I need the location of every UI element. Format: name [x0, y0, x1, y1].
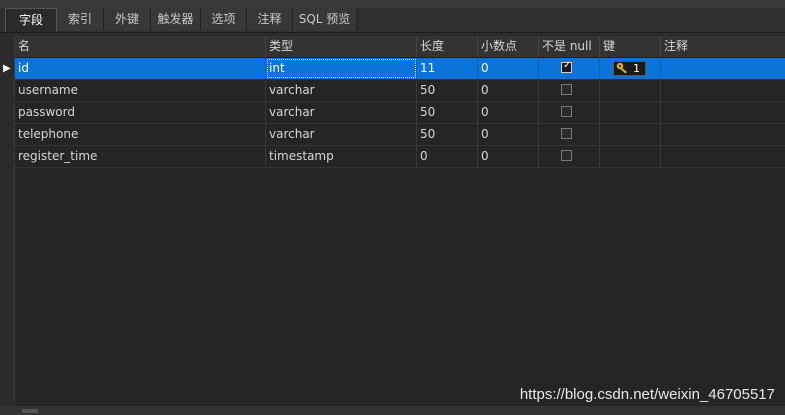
field-not-null-cell	[539, 80, 600, 101]
field-not-null-cell: ✓	[539, 58, 600, 79]
not-null-checkbox[interactable]	[561, 150, 572, 161]
key-icon	[616, 62, 630, 78]
primary-key-badge: 1	[613, 61, 646, 76]
fields-grid: 名 类型 长度 小数点 不是 null 键 注释 ▶ id int 11 0 ✓	[0, 36, 785, 406]
field-key-cell[interactable]	[600, 124, 661, 145]
column-header-not-null[interactable]: 不是 null	[539, 36, 600, 57]
field-type-cell[interactable]: int	[266, 58, 417, 79]
field-comment-cell[interactable]	[661, 58, 785, 79]
not-null-checkbox[interactable]	[561, 128, 572, 139]
not-null-checkbox[interactable]	[561, 84, 572, 95]
tab-comment[interactable]: 注释	[247, 8, 293, 31]
scrollbar-thumb[interactable]	[22, 409, 38, 413]
field-key-cell[interactable]	[600, 102, 661, 123]
field-name-cell[interactable]: register_time	[15, 146, 266, 167]
field-key-cell[interactable]: 1	[600, 58, 661, 79]
watermark-text: https://blog.csdn.net/weixin_46705517	[519, 386, 775, 403]
tab-fields[interactable]: 字段	[5, 8, 57, 32]
field-not-null-cell	[539, 146, 600, 167]
tab-sql-preview[interactable]: SQL 预览	[293, 8, 357, 31]
field-key-cell[interactable]	[600, 80, 661, 101]
field-name-cell[interactable]: telephone	[15, 124, 266, 145]
column-header-length[interactable]: 长度	[417, 36, 478, 57]
column-header-comment[interactable]: 注释	[661, 36, 785, 57]
not-null-checkbox[interactable]	[561, 106, 572, 117]
table-row[interactable]: register_time timestamp 0 0	[15, 146, 785, 168]
column-header-type[interactable]: 类型	[266, 36, 417, 57]
field-length-cell[interactable]: 11	[417, 58, 478, 79]
field-length-cell[interactable]: 0	[417, 146, 478, 167]
field-type-cell[interactable]: timestamp	[266, 146, 417, 167]
grid-header: 名 类型 长度 小数点 不是 null 键 注释	[15, 36, 785, 58]
horizontal-scrollbar[interactable]	[0, 406, 785, 415]
table-row[interactable]: password varchar 50 0	[15, 102, 785, 124]
tab-triggers[interactable]: 触发器	[151, 8, 201, 31]
field-comment-cell[interactable]	[661, 146, 785, 167]
row-indicator-column	[0, 36, 15, 406]
table-row[interactable]: username varchar 50 0	[15, 80, 785, 102]
field-decimals-cell[interactable]: 0	[478, 102, 539, 123]
not-null-checkbox[interactable]: ✓	[561, 60, 572, 73]
field-type-cell[interactable]: varchar	[266, 80, 417, 101]
column-header-key[interactable]: 键	[600, 36, 661, 57]
field-name-cell[interactable]: username	[15, 80, 266, 101]
field-length-cell[interactable]: 50	[417, 102, 478, 123]
top-strip	[0, 0, 785, 8]
row-pointer-icon: ▶	[3, 63, 11, 74]
field-name-cell[interactable]: password	[15, 102, 266, 123]
checkmark-icon: ✓	[563, 60, 572, 71]
column-header-name[interactable]: 名	[15, 36, 266, 57]
tab-bar: 字段 索引 外键 触发器 选项 注释 SQL 预览	[0, 8, 785, 33]
tab-options[interactable]: 选项	[201, 8, 247, 31]
field-length-cell[interactable]: 50	[417, 124, 478, 145]
field-decimals-cell[interactable]: 0	[478, 58, 539, 79]
field-not-null-cell	[539, 102, 600, 123]
field-comment-cell[interactable]	[661, 80, 785, 101]
field-comment-cell[interactable]	[661, 124, 785, 145]
table-row[interactable]: telephone varchar 50 0	[15, 124, 785, 146]
field-length-cell[interactable]: 50	[417, 80, 478, 101]
field-type-cell[interactable]: varchar	[266, 102, 417, 123]
field-comment-cell[interactable]	[661, 102, 785, 123]
column-header-decimals[interactable]: 小数点	[478, 36, 539, 57]
key-order: 1	[633, 62, 640, 75]
table-row[interactable]: id int 11 0 ✓ 1	[15, 58, 785, 80]
field-type-cell[interactable]: varchar	[266, 124, 417, 145]
field-not-null-cell	[539, 124, 600, 145]
field-decimals-cell[interactable]: 0	[478, 146, 539, 167]
field-name-cell[interactable]: id	[15, 58, 266, 79]
field-decimals-cell[interactable]: 0	[478, 80, 539, 101]
field-decimals-cell[interactable]: 0	[478, 124, 539, 145]
field-key-cell[interactable]	[600, 146, 661, 167]
tab-indexes[interactable]: 索引	[57, 8, 104, 31]
tab-foreign-keys[interactable]: 外键	[104, 8, 151, 31]
